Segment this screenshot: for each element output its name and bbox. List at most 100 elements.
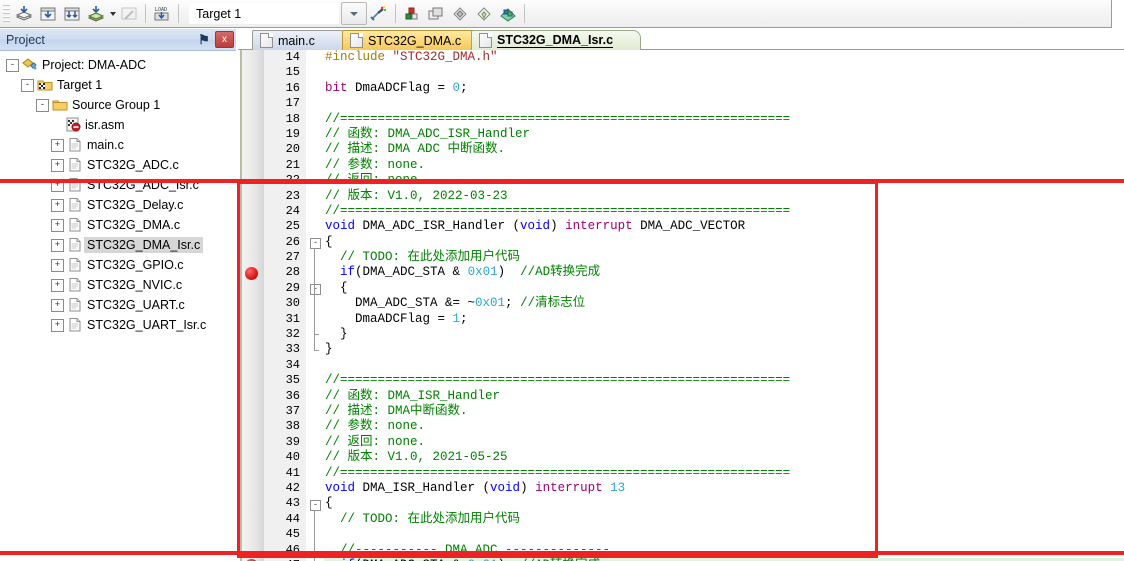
code-line[interactable]: // 参数: none. [306,419,1124,434]
templates-window-icon[interactable] [497,3,519,25]
code-line[interactable]: //======================================… [306,373,1124,388]
c-file-icon [67,177,83,193]
close-icon[interactable]: x [215,31,234,48]
tree-item-stc32g-delay-c[interactable]: + STC32G_Delay.c [0,195,236,215]
project-window-icon[interactable] [425,3,447,25]
code-line[interactable]: #include "STC32G_DMA.h" [306,50,1124,65]
code-line[interactable]: // 描述: DMA中断函数. [306,404,1124,419]
code-line[interactable]: // 函数: DMA_ISR_Handler [306,389,1124,404]
code-line[interactable]: // 版本: V1.0, 2021-05-25 [306,450,1124,465]
collapse-icon[interactable]: - [36,98,49,112]
expand-icon[interactable]: + [51,218,64,232]
code-token: ) [497,265,521,280]
code-line[interactable]: if(DMA_ADC_STA & 0x01) //AD转换完成 [306,265,1124,280]
code-line[interactable]: } [306,327,1124,342]
expand-icon[interactable]: + [51,198,64,212]
code-line[interactable]: // TODO: 在此处添加用户代码 [306,512,1124,527]
code-line[interactable]: // TODO: 在此处添加用户代码 [306,250,1124,265]
functions-window-icon[interactable] [473,3,495,25]
code-line[interactable]: void DMA_ADC_ISR_Handler (void) interrup… [306,219,1124,234]
code-line[interactable] [306,358,1124,373]
toolbar-grip[interactable] [3,3,10,24]
code-token: // 函数: DMA_ADC_ISR_Handler [325,126,531,141]
fold-toggle-icon[interactable]: - [310,284,321,295]
code-line[interactable] [306,527,1124,542]
code-view[interactable]: #include "STC32G_DMA.h" bit DmaADCFlag =… [238,50,1124,561]
fold-toggle-icon[interactable]: - [310,237,321,249]
breakpoint-column[interactable] [240,50,262,561]
code-line[interactable]: DmaADCFlag = 1; [306,312,1124,327]
tree-item-stc32g-adc-c[interactable]: + STC32G_ADC.c [0,155,236,175]
pin-icon[interactable]: ⚑ [196,32,212,48]
expand-icon[interactable]: + [51,278,64,292]
expand-icon[interactable]: + [51,238,64,252]
code-token: "STC32G_DMA.h" [392,50,498,64]
batch-build-dropdown-icon[interactable] [108,3,117,25]
code-line[interactable] [306,65,1124,80]
code-token: // 描述: DMA ADC 中断函数. [325,142,506,157]
tree-item-stc32g-nvic-c[interactable]: + STC32G_NVIC.c [0,275,236,295]
code-token: ; [460,80,468,95]
code-line[interactable]: { [306,281,1124,296]
tree-item-stc32g-uart-c[interactable]: + STC32G_UART.c [0,295,236,315]
code-token: { [325,280,348,295]
tree-item-source-group-1[interactable]: - Source Group 1 [0,95,236,115]
books-window-icon[interactable] [449,3,471,25]
code-line[interactable]: // 参数: none. [306,158,1124,173]
c-file-icon [67,217,83,233]
code-line[interactable]: bit DmaADCFlag = 0; [306,81,1124,96]
chevron-down-icon[interactable] [341,2,367,25]
build-icon[interactable] [37,3,59,25]
stop-build-icon[interactable] [118,3,140,25]
tree-item-stc32g-dma-c[interactable]: + STC32G_DMA.c [0,215,236,235]
code-line[interactable]: } [306,342,1124,357]
target-options-icon[interactable] [368,3,390,25]
expand-icon[interactable]: + [51,318,64,332]
editor-tab-main-c[interactable]: main.c [252,30,348,50]
code-line[interactable] [306,96,1124,111]
tree-item-stc32g-gpio-c[interactable]: + STC32G_GPIO.c [0,255,236,275]
code-line[interactable]: DMA_ADC_STA &= ~0x01; //清标志位 [306,296,1124,311]
manage-project-items-icon[interactable] [401,3,423,25]
translate-icon[interactable] [13,3,35,25]
breakpoint-marker[interactable] [245,266,258,280]
target-select[interactable]: Target 1 [189,3,339,24]
batch-build-icon[interactable] [85,3,107,25]
tree-item-project-dma-adc[interactable]: - Project: DMA-ADC [0,55,236,75]
code-token: 0x01 [475,296,506,311]
code-line[interactable]: // 描述: DMA ADC 中断函数. [306,142,1124,157]
expand-icon[interactable]: + [51,298,64,312]
tree-item-isr-asm[interactable]: isr.asm [0,115,236,135]
code-line[interactable]: { [306,235,1124,250]
expand-icon[interactable]: + [51,258,64,272]
fold-toggle-icon[interactable]: - [310,499,321,511]
code-line[interactable]: void DMA_ISR_Handler (void) interrupt 13 [306,481,1124,496]
code-line[interactable]: //======================================… [306,112,1124,127]
tree-item-target-1[interactable]: - Target 1 [0,75,236,95]
line-number: 43 [285,496,300,511]
rebuild-icon[interactable] [61,3,83,25]
tree-item-stc32g-adc-isr-c[interactable]: + STC32G_ADC_Isr.c [0,175,236,195]
collapse-icon[interactable]: - [21,78,34,92]
editor-tab-stc32g-dma-isr-c[interactable]: STC32G_DMA_Isr.c [471,30,641,50]
tree-item-label: main.c [87,138,124,152]
code-line[interactable]: //----------- DMA ADC -------------- [306,543,1124,558]
code-line[interactable]: //======================================… [306,204,1124,219]
toolbar-separator-4 [524,4,525,23]
code-folding-column[interactable]: ---- [306,50,324,561]
tree-item-stc32g-uart-isr-c[interactable]: + STC32G_UART_Isr.c [0,315,236,335]
code-line[interactable]: // 返回: none. [306,435,1124,450]
download-icon[interactable]: LOAD [151,3,173,25]
code-text-column[interactable]: #include "STC32G_DMA.h" bit DmaADCFlag =… [306,50,1124,561]
code-line[interactable]: // 函数: DMA_ADC_ISR_Handler [306,127,1124,142]
code-line[interactable]: { [306,496,1124,511]
expand-icon[interactable]: + [51,138,64,152]
expand-icon[interactable]: + [51,178,64,192]
code-line[interactable]: // 返回: none. [306,173,1124,188]
tree-item-stc32g-dma-isr-c[interactable]: + STC32G_DMA_Isr.c [0,235,236,255]
collapse-icon[interactable]: - [6,58,19,72]
tree-item-main-c[interactable]: + main.c [0,135,236,155]
code-line[interactable]: // 版本: V1.0, 2022-03-23 [306,189,1124,204]
code-line[interactable]: //======================================… [306,466,1124,481]
expand-icon[interactable]: + [51,158,64,172]
